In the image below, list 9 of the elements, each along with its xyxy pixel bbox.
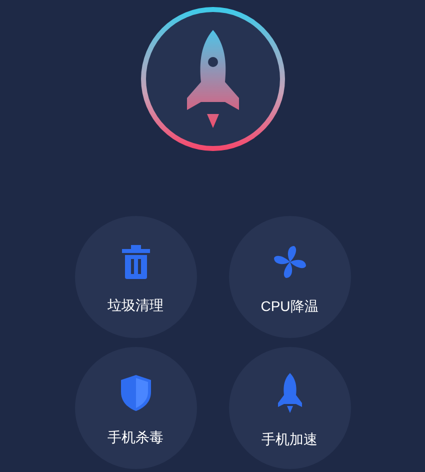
tool-button[interactable]: 手机加速	[228, 347, 350, 469]
tool-button[interactable]: CPU降温	[228, 216, 350, 338]
trash-icon	[122, 244, 150, 278]
tool-button[interactable]: 垃圾清理	[74, 216, 196, 338]
rocket-icon	[184, 30, 240, 128]
rocket-icon	[276, 372, 304, 412]
tool-button[interactable]: 手机杀毒	[74, 347, 196, 469]
fan-icon	[272, 244, 308, 280]
shield-icon	[120, 374, 150, 410]
